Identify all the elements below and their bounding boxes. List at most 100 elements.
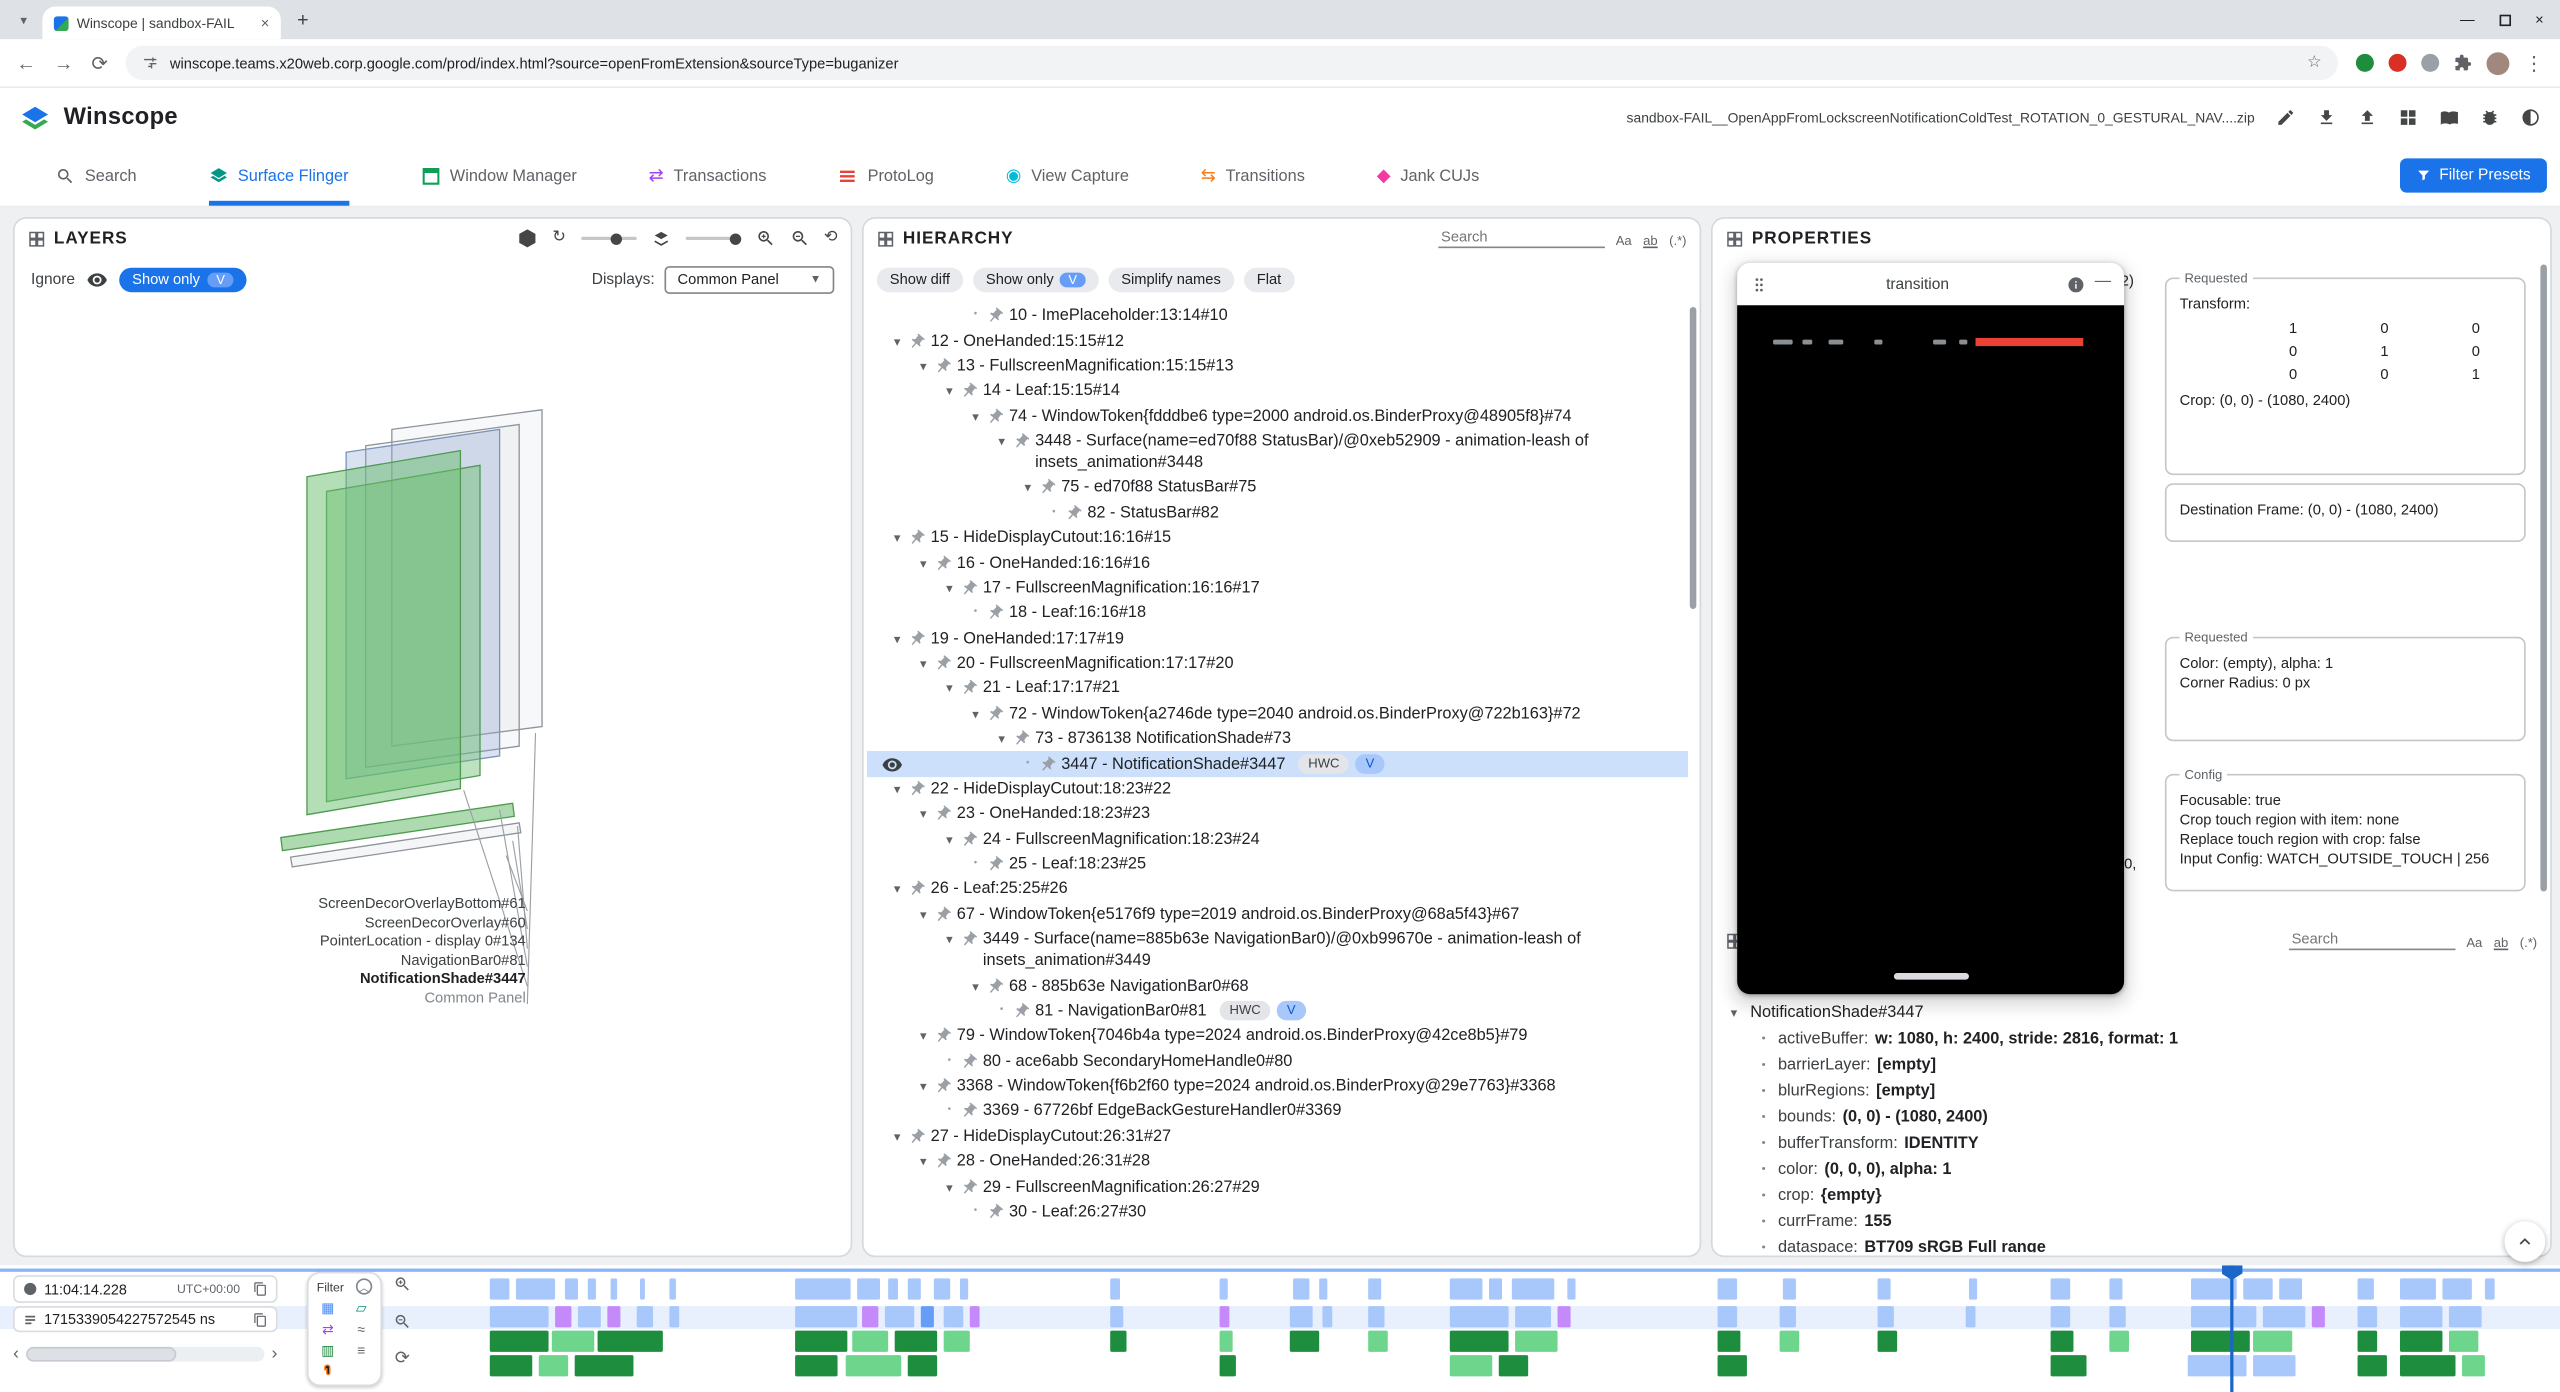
hierarchy-node[interactable]: ▾16 - OneHanded:16:16#16 xyxy=(867,551,1688,576)
pin-node-icon[interactable] xyxy=(908,529,926,547)
trace-entry-bar[interactable] xyxy=(888,1278,898,1299)
reset-zoom-icon[interactable]: ⟳ xyxy=(395,1350,410,1368)
hierarchy-node[interactable]: •3369 - 67726bf EdgeBackGestureHandler0#… xyxy=(867,1099,1688,1124)
tab-protolog[interactable]: ProtoLog xyxy=(838,147,934,206)
tab-surface-flinger[interactable]: Surface Flinger xyxy=(208,147,348,206)
trace-type-transactions-icon[interactable]: ⇄ xyxy=(322,1321,334,1337)
trace-entry-bar[interactable] xyxy=(669,1278,676,1299)
trace-entry-bar[interactable] xyxy=(1515,1306,1551,1327)
regex-icon[interactable]: (.*) xyxy=(2520,936,2537,949)
trace-entry-bar[interactable] xyxy=(2400,1355,2456,1376)
trace-entry-bar[interactable] xyxy=(1718,1306,1738,1327)
pin-node-icon[interactable] xyxy=(986,977,1004,995)
trace-entry-bar[interactable] xyxy=(669,1306,679,1327)
trace-entry-bar[interactable] xyxy=(1499,1355,1528,1376)
hierarchy-node[interactable]: ▾19 - OneHanded:17:17#19 xyxy=(867,626,1688,651)
hierarchy-node[interactable]: ▾28 - OneHanded:26:31#28 xyxy=(867,1149,1688,1174)
trace-entry-bar[interactable] xyxy=(1220,1355,1236,1376)
trace-entry-bar[interactable] xyxy=(2462,1355,2485,1376)
trace-entry-bar[interactable] xyxy=(2051,1331,2074,1352)
hierarchy-node[interactable]: •82 - StatusBar#82 xyxy=(867,501,1688,526)
drag-handle-icon[interactable] xyxy=(1750,275,1768,293)
panel-collapse-icon[interactable] xyxy=(28,229,46,247)
window-close-button[interactable]: × xyxy=(2535,11,2544,27)
trace-entry-bar[interactable] xyxy=(1368,1278,1381,1299)
3d-view-icon[interactable] xyxy=(518,229,538,249)
pin-node-icon[interactable] xyxy=(1012,433,1030,451)
trace-entry-bar[interactable] xyxy=(2312,1306,2325,1327)
tab-window-manager[interactable]: Window Manager xyxy=(420,147,576,206)
trace-entry-bar[interactable] xyxy=(1489,1278,1502,1299)
copy-icon[interactable] xyxy=(253,1312,268,1327)
filter-collapse-icon[interactable]: ︿ xyxy=(356,1278,372,1294)
panel-collapse-icon[interactable] xyxy=(1726,229,1744,247)
trace-entry-bar[interactable] xyxy=(2279,1278,2302,1299)
layer-label[interactable]: NavigationBar0#81 xyxy=(16,951,525,970)
pin-node-icon[interactable] xyxy=(960,1178,978,1196)
trace-entry-bar[interactable] xyxy=(795,1278,851,1299)
trace-entry-bar[interactable] xyxy=(1718,1278,1738,1299)
trace-entry-bar[interactable] xyxy=(944,1306,964,1327)
pin-node-icon[interactable] xyxy=(986,1203,1004,1221)
trace-type-surface-flinger-icon[interactable]: ▱ xyxy=(356,1300,367,1316)
show-only-visible-toggle[interactable]: Show only V xyxy=(119,267,246,291)
trace-entry-bar[interactable] xyxy=(607,1306,620,1327)
trace-entry-bar[interactable] xyxy=(2358,1355,2387,1376)
trace-entry-bar[interactable] xyxy=(565,1278,578,1299)
trace-entry-bar[interactable] xyxy=(852,1331,888,1352)
property-item[interactable]: •activeBuffer:w: 1080, h: 2400, stride: … xyxy=(1726,1025,2537,1051)
trace-entry-bar[interactable] xyxy=(1290,1306,1313,1327)
trace-entry-bar[interactable] xyxy=(1220,1278,1228,1299)
property-item[interactable]: •dataspace:BT709 sRGB Full range xyxy=(1726,1234,2537,1252)
url-text[interactable]: winscope.teams.x20web.corp.google.com/pr… xyxy=(170,55,2296,71)
pin-node-icon[interactable] xyxy=(960,383,978,401)
profile-avatar[interactable] xyxy=(2487,51,2510,74)
reset-view-icon[interactable]: ⟲ xyxy=(824,230,838,246)
tab-jank-cujs[interactable]: ◆ Jank CUJs xyxy=(1377,147,1480,206)
layer-label[interactable]: Common Panel xyxy=(16,989,525,1008)
trace-entry-bar[interactable] xyxy=(539,1355,568,1376)
trace-entry-bar[interactable] xyxy=(2051,1355,2087,1376)
trace-entry-bar[interactable] xyxy=(490,1355,532,1376)
property-item[interactable]: •bounds:(0, 0) - (1080, 2400) xyxy=(1726,1104,2537,1130)
pin-node-icon[interactable] xyxy=(1038,479,1056,497)
trace-entry-bar[interactable] xyxy=(895,1331,937,1352)
trace-entry-bar[interactable] xyxy=(490,1306,549,1327)
trace-entry-bar[interactable] xyxy=(2358,1331,2378,1352)
hierarchy-search-input[interactable] xyxy=(1438,226,1605,247)
upload-icon[interactable] xyxy=(2358,108,2378,128)
pin-node-icon[interactable] xyxy=(960,680,978,698)
pin-node-icon[interactable] xyxy=(986,856,1004,874)
zoom-out-icon[interactable] xyxy=(393,1313,411,1331)
trace-entry-bar[interactable] xyxy=(795,1355,837,1376)
pin-node-icon[interactable] xyxy=(986,605,1004,623)
pin-node-icon[interactable] xyxy=(934,1153,952,1171)
timeline-cursor[interactable] xyxy=(2230,1265,2233,1392)
hierarchy-node[interactable]: ▾24 - FullscreenMagnification:18:23#24 xyxy=(867,827,1688,852)
timeline-scrollbar-thumb[interactable] xyxy=(26,1346,176,1361)
hierarchy-node[interactable]: ▾75 - ed70f88 StatusBar#75 xyxy=(867,476,1688,501)
expand-arrow-icon[interactable]: ▾ xyxy=(1726,1002,1742,1023)
trace-entry-bar[interactable] xyxy=(2253,1331,2292,1352)
trace-type-window-manager-icon[interactable]: ▥ xyxy=(321,1342,334,1358)
pin-node-icon[interactable] xyxy=(934,1027,952,1045)
trace-entry-bar[interactable] xyxy=(2191,1306,2256,1327)
trace-entry-bar[interactable] xyxy=(1450,1278,1483,1299)
trace-entry-bar[interactable] xyxy=(2400,1331,2442,1352)
trace-entry-bar[interactable] xyxy=(2109,1278,2122,1299)
pin-node-icon[interactable] xyxy=(908,881,926,899)
browser-menu-icon[interactable]: ⋮ xyxy=(2524,53,2544,73)
property-item[interactable]: •barrierLayer:[empty] xyxy=(1726,1051,2537,1077)
trace-entry-bar[interactable] xyxy=(2442,1278,2471,1299)
pin-node-icon[interactable] xyxy=(1012,1002,1030,1020)
pin-node-icon[interactable] xyxy=(1038,755,1056,773)
trace-entry-bar[interactable] xyxy=(2449,1306,2482,1327)
nanoseconds-value[interactable]: 1715339054227572545 ns xyxy=(44,1311,215,1327)
pin-node-icon[interactable] xyxy=(960,579,978,597)
trace-entry-bar[interactable] xyxy=(1368,1306,1384,1327)
trace-entry-bar[interactable] xyxy=(2358,1278,2374,1299)
scroll-right-icon[interactable]: › xyxy=(272,1344,278,1364)
filter-presets-button[interactable]: Filter Presets xyxy=(2400,158,2547,192)
property-item[interactable]: •color:(0, 0, 0), alpha: 1 xyxy=(1726,1156,2537,1182)
trace-entry-bar[interactable] xyxy=(2358,1306,2378,1327)
